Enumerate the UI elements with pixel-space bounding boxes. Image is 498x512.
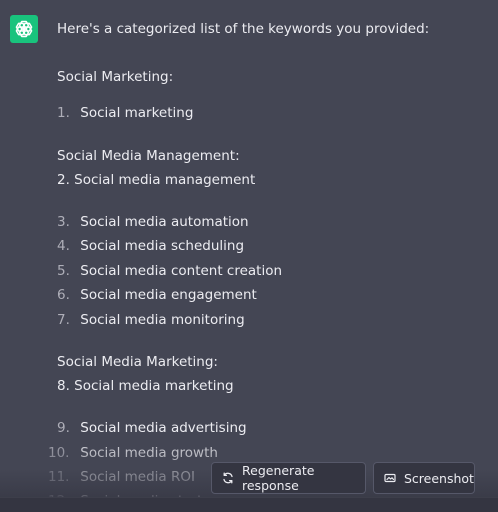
list-item: 1. Social marketing [57,101,193,125]
list-item-text: Social media growth [80,445,218,461]
inline-list-item: 8. Social media marketing [57,378,234,394]
screenshot-label: Screenshot [404,470,474,486]
list-item: 7. Social media monitoring [57,308,245,332]
list-item-text: Social media engagement [80,287,257,303]
list-number: 5. [57,263,70,279]
assistant-avatar [10,15,38,43]
list-number: 1. [57,105,70,121]
openai-logo-icon [15,20,33,38]
screenshot-button[interactable]: Screenshot [373,462,475,494]
list-item-text: Social marketing [80,105,194,121]
message-intro: Here's a categorized list of the keyword… [57,21,430,37]
section-heading-social-marketing: Social Marketing: [57,69,174,85]
list-item: 9. Social media advertising [57,416,247,440]
input-area-edge [0,497,498,512]
list-item: 4. Social media scheduling [57,234,244,258]
chat-page: Here's a categorized list of the keyword… [0,0,498,512]
list-number: 11. [48,469,70,485]
list-number: 4. [57,238,70,254]
list-item-text: Social media ROI [80,469,195,485]
inline-list-item: 2. Social media management [57,172,256,188]
list-item: 6. Social media engagement [57,283,257,307]
list-item: 5. Social media content creation [57,259,282,283]
section-heading-social-media-management: Social Media Management: [57,148,240,164]
list-number: 9. [57,420,70,436]
regenerate-response-label: Regenerate response [242,463,315,493]
list-item-text: Social media automation [80,214,249,230]
refresh-icon [223,472,233,484]
list-item-text: Social media content creation [80,263,283,279]
list-item-text: Social media scheduling [80,238,245,254]
list-item-text: Social media monitoring [80,312,245,328]
regenerate-response-button[interactable]: Regenerate response [211,462,366,494]
screenshot-icon [384,473,396,483]
list-item-text: Social media advertising [80,420,247,436]
list-item: 11. Social media ROI [48,465,195,489]
list-number: 7. [57,312,70,328]
section-heading-social-media-marketing: Social Media Marketing: [57,354,218,370]
list-number: 10. [48,445,70,461]
list-item: 10. Social media growth [48,441,218,465]
list-number: 3. [57,214,70,230]
list-item: 3. Social media automation [57,210,249,234]
list-number: 6. [57,287,70,303]
